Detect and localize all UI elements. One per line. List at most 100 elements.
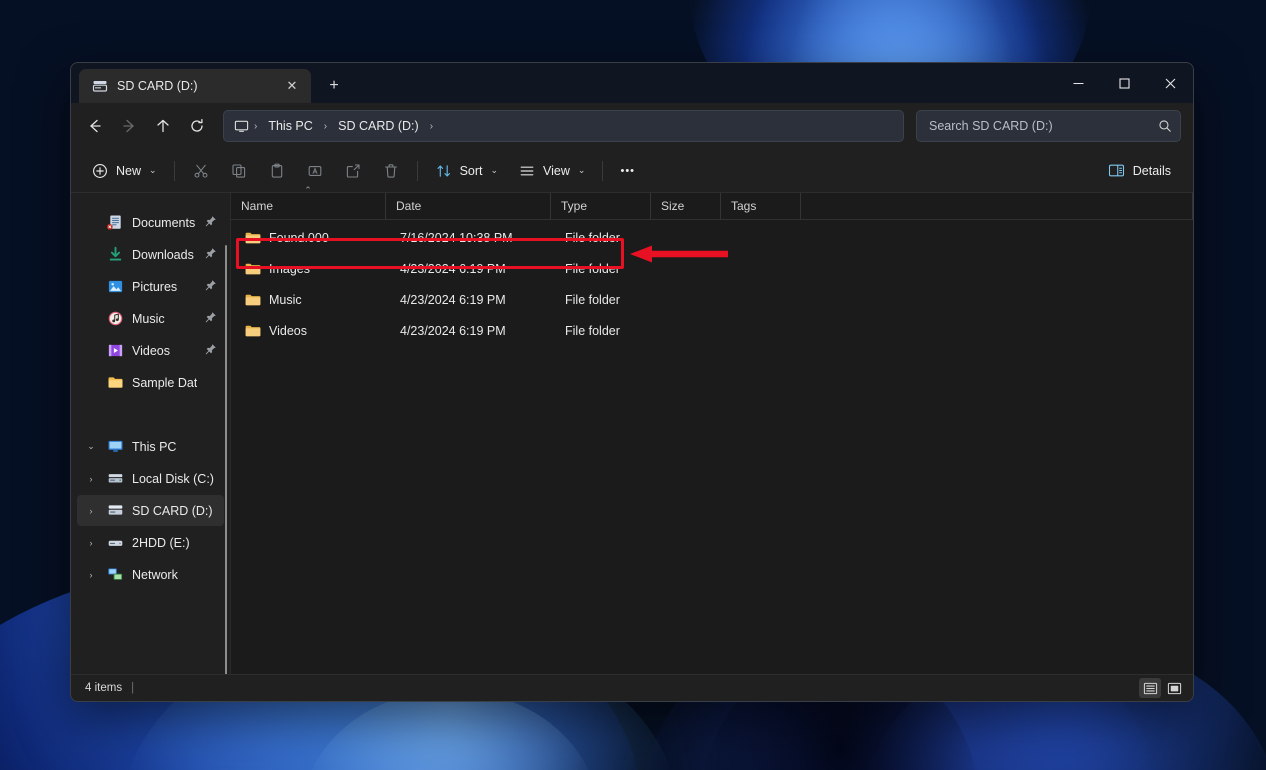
minimize-icon bbox=[1073, 82, 1083, 84]
sidebar-scrollbar[interactable] bbox=[225, 245, 227, 674]
new-tab-button[interactable]: + bbox=[319, 71, 349, 101]
column-header-name[interactable]: ⌃ Name bbox=[231, 185, 386, 219]
file-date-cell: 4/23/2024 6:19 PM bbox=[400, 261, 506, 276]
breadcrumb-item-sd-card[interactable]: SD CARD (D:) bbox=[331, 116, 426, 136]
chevron-right-icon[interactable]: › bbox=[83, 474, 99, 484]
pin-icon bbox=[205, 247, 218, 262]
breadcrumb[interactable]: › This PC › SD CARD (D:) › bbox=[223, 110, 904, 142]
chevron-down-icon[interactable]: ⌄ bbox=[83, 441, 99, 452]
details-view-button[interactable] bbox=[1139, 678, 1161, 698]
file-list[interactable]: Found.000 7/16/2024 10:38 PM File folder… bbox=[231, 220, 1193, 674]
close-icon bbox=[1165, 78, 1175, 88]
column-header-size[interactable]: Size bbox=[651, 193, 721, 219]
chevron-down-icon: ⌄ bbox=[577, 165, 586, 175]
downloads-icon bbox=[107, 246, 124, 263]
pin-icon bbox=[205, 279, 218, 294]
chevron-right-icon[interactable]: › bbox=[83, 570, 99, 580]
toolbar-divider bbox=[416, 160, 418, 181]
scissors-icon bbox=[192, 162, 210, 180]
copy-button[interactable] bbox=[220, 155, 258, 187]
file-name: Music bbox=[269, 292, 302, 307]
table-row[interactable]: Music 4/23/2024 6:19 PM File folder bbox=[235, 284, 1189, 315]
sidebar-item-2hdd-e[interactable]: › 2HDD (E:) bbox=[77, 527, 224, 558]
share-button[interactable] bbox=[334, 155, 372, 187]
minimize-button[interactable] bbox=[1055, 63, 1101, 103]
sort-button-label: Sort bbox=[459, 163, 483, 178]
column-header-date[interactable]: Date bbox=[386, 193, 551, 219]
sidebar-item-documents[interactable]: Documents bbox=[77, 207, 224, 238]
tab-sd-card[interactable]: SD CARD (D:) ✕ bbox=[79, 69, 311, 103]
folder-icon bbox=[245, 232, 261, 243]
view-button[interactable]: View ⌄ bbox=[508, 155, 595, 187]
pin-icon bbox=[205, 215, 218, 230]
close-button[interactable] bbox=[1147, 63, 1193, 103]
search-icon[interactable] bbox=[1158, 119, 1172, 133]
folder-icon bbox=[245, 263, 261, 274]
table-row[interactable]: Found.000 7/16/2024 10:38 PM File folder bbox=[235, 222, 1189, 253]
table-row[interactable]: Images 4/23/2024 6:19 PM File folder bbox=[235, 253, 1189, 284]
file-name-cell[interactable]: Found.000 bbox=[235, 231, 390, 245]
sidebar-item-videos[interactable]: Videos bbox=[77, 335, 224, 366]
column-header-filler bbox=[801, 193, 1193, 219]
chevron-down-icon: ⌄ bbox=[490, 165, 499, 175]
file-list-pane: ⌃ Name Date Type Size Tags Found.000 7/1… bbox=[231, 185, 1193, 674]
chevron-right-icon[interactable]: › bbox=[83, 506, 99, 516]
sidebar-item-label: Local Disk (C:) bbox=[132, 471, 214, 486]
cut-button[interactable] bbox=[182, 155, 220, 187]
tab-close-icon[interactable]: ✕ bbox=[281, 75, 303, 97]
sidebar-item-network[interactable]: › Network bbox=[77, 559, 224, 590]
large-icons-view-button[interactable] bbox=[1163, 678, 1185, 698]
this-pc-icon bbox=[107, 438, 124, 455]
up-button[interactable] bbox=[147, 110, 179, 142]
toolbar-divider bbox=[602, 160, 604, 181]
column-header-tags[interactable]: Tags bbox=[721, 193, 801, 219]
breadcrumb-item-this-pc[interactable]: This PC bbox=[261, 116, 319, 136]
sidebar-item-sample-data[interactable]: Sample Data bbox=[77, 367, 224, 398]
file-name-cell[interactable]: Videos bbox=[235, 324, 390, 338]
sidebar-item-this-pc[interactable]: ⌄ This PC bbox=[77, 431, 224, 462]
sort-button[interactable]: Sort ⌄ bbox=[425, 155, 508, 187]
new-button[interactable]: New ⌄ bbox=[81, 155, 167, 187]
sidebar-item-label: Music bbox=[132, 311, 165, 326]
sidebar-item-local-disk-c[interactable]: › Local Disk (C:) bbox=[77, 463, 224, 494]
maximize-button[interactable] bbox=[1101, 63, 1147, 103]
table-row[interactable]: Videos 4/23/2024 6:19 PM File folder bbox=[235, 315, 1189, 346]
column-header-type[interactable]: Type bbox=[551, 193, 651, 219]
clipboard-icon bbox=[268, 162, 286, 180]
arrow-right-icon bbox=[123, 119, 134, 133]
more-options-button[interactable]: ••• bbox=[610, 155, 645, 187]
pictures-icon bbox=[107, 278, 124, 295]
sidebar-item-label: Network bbox=[132, 567, 178, 582]
address-bar: › This PC › SD CARD (D:) › bbox=[71, 103, 1193, 149]
chevron-right-icon[interactable]: › bbox=[83, 538, 99, 548]
details-pane-button[interactable]: Details bbox=[1098, 155, 1181, 187]
refresh-button[interactable] bbox=[181, 110, 213, 142]
window-controls bbox=[1055, 63, 1193, 103]
view-icon bbox=[518, 162, 536, 180]
details-pane-label: Details bbox=[1132, 163, 1171, 178]
back-button[interactable] bbox=[79, 110, 111, 142]
this-pc-icon bbox=[232, 117, 250, 135]
sidebar-item-label: Documents bbox=[132, 215, 196, 230]
arrow-left-icon bbox=[90, 119, 101, 133]
delete-button[interactable] bbox=[372, 155, 410, 187]
file-name-cell[interactable]: Images bbox=[235, 262, 390, 276]
sort-icon bbox=[435, 162, 453, 180]
sidebar-item-pictures[interactable]: Pictures bbox=[77, 271, 224, 302]
search-box[interactable] bbox=[916, 110, 1181, 142]
sidebar-item-music[interactable]: Music bbox=[77, 303, 224, 334]
sidebar-item-sd-card-d[interactable]: › SD CARD (D:) bbox=[77, 495, 224, 526]
paste-button[interactable] bbox=[258, 155, 296, 187]
sidebar-item-downloads[interactable]: Downloads bbox=[77, 239, 224, 270]
videos-icon bbox=[107, 342, 124, 359]
more-options-label: ••• bbox=[620, 164, 636, 177]
sidebar-item-label: SD CARD (D:) bbox=[132, 503, 213, 518]
network-icon bbox=[107, 566, 124, 583]
sidebar-item-label: Downloads bbox=[132, 247, 194, 262]
column-header-label: Type bbox=[561, 199, 588, 213]
rename-button[interactable] bbox=[296, 155, 334, 187]
search-input[interactable] bbox=[929, 119, 1158, 133]
file-name-cell[interactable]: Music bbox=[235, 293, 390, 307]
forward-button[interactable] bbox=[113, 110, 145, 142]
details-pane-icon bbox=[1108, 162, 1126, 180]
